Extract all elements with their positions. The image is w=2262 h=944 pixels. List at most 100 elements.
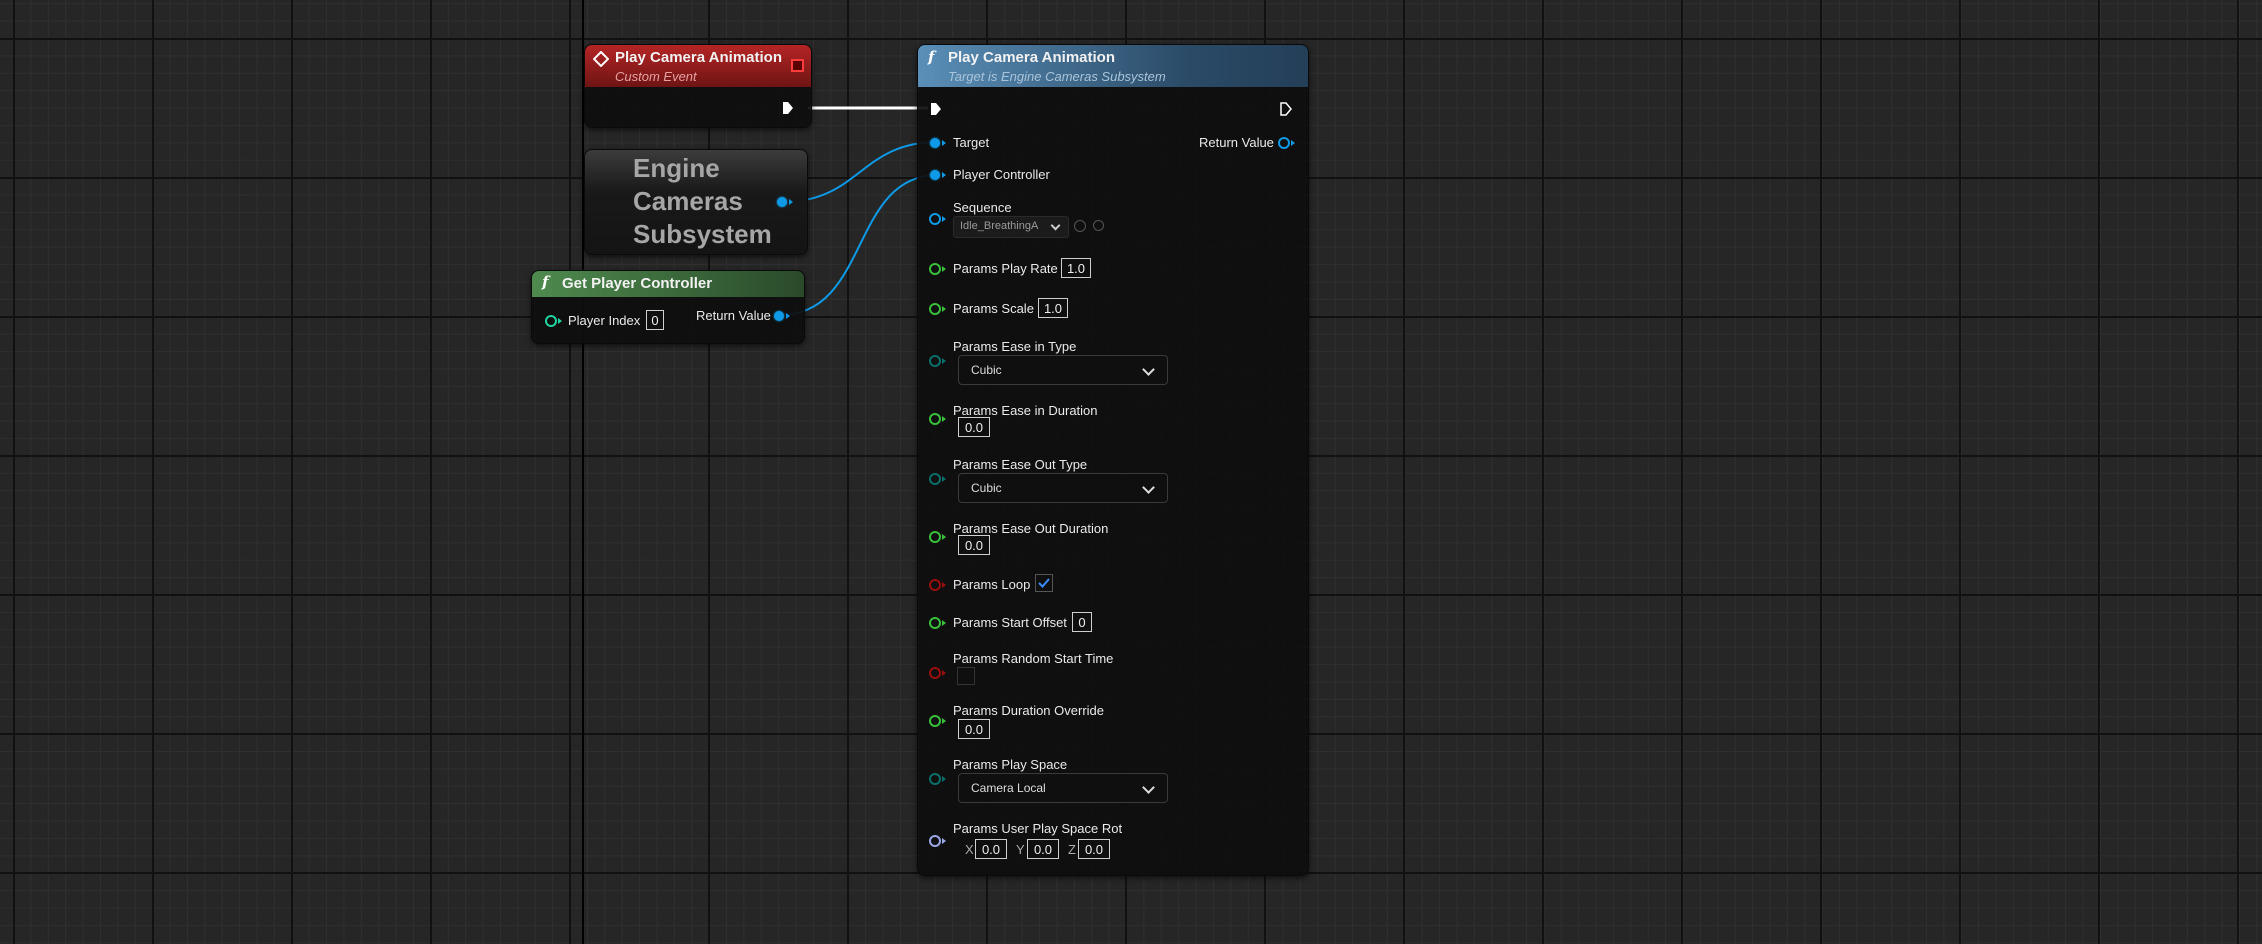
duration-override-label: Params Duration Override xyxy=(953,703,1104,718)
duration-override-arrow-icon xyxy=(942,718,946,724)
play-camera-animation-title: Play Camera Animation xyxy=(948,49,1115,66)
user-play-space-rot-arrow-icon xyxy=(942,838,946,844)
browse-asset-search-icon[interactable] xyxy=(1093,220,1104,231)
random-start-pin[interactable] xyxy=(929,667,941,679)
random-start-arrow-icon xyxy=(942,670,946,676)
ease-out-type-label: Params Ease Out Type xyxy=(953,457,1087,472)
start-offset-pin[interactable] xyxy=(929,617,941,629)
rot-x-input[interactable]: 0.0 xyxy=(975,839,1007,859)
sequence-asset-picker[interactable]: Idle_BreathingA xyxy=(953,216,1069,238)
chevron-down-icon xyxy=(1142,781,1155,794)
loop-label: Params Loop xyxy=(953,577,1030,592)
start-offset-input[interactable]: 0 xyxy=(1072,612,1092,632)
loop-arrow-icon xyxy=(942,582,946,588)
duration-override-input[interactable]: 0.0 xyxy=(958,719,990,739)
rot-z-label: Z xyxy=(1068,842,1076,857)
target-label: Target xyxy=(953,135,989,150)
ease-in-type-pin[interactable] xyxy=(929,355,941,367)
get-pc-return-value-label: Return Value xyxy=(696,308,771,323)
ease-in-type-label: Params Ease in Type xyxy=(953,339,1076,354)
subsystem-line-3: Subsystem xyxy=(633,218,772,251)
sequence-pin[interactable] xyxy=(929,213,941,225)
ease-out-type-dropdown[interactable]: Cubic xyxy=(958,473,1168,503)
random-start-label: Params Random Start Time xyxy=(953,651,1113,666)
play-rate-arrow-icon xyxy=(942,266,946,272)
function-f-icon: f xyxy=(542,273,548,291)
subsystem-name: Engine Cameras Subsystem xyxy=(633,152,772,251)
subsystem-output-pin[interactable] xyxy=(777,197,787,207)
rot-y-input[interactable]: 0.0 xyxy=(1027,839,1059,859)
use-selected-asset-icon[interactable] xyxy=(1074,220,1086,232)
sequence-arrow-icon xyxy=(942,216,946,222)
player-index-label: Player Index xyxy=(568,313,640,328)
loop-pin[interactable] xyxy=(929,579,941,591)
ease-in-duration-pin[interactable] xyxy=(929,413,941,425)
ease-in-duration-arrow-icon xyxy=(942,416,946,422)
exec-in-pin-icon[interactable] xyxy=(930,102,942,116)
rot-x-label: X xyxy=(965,842,974,857)
play-rate-label: Params Play Rate xyxy=(953,261,1058,276)
subsystem-output-arrow-icon xyxy=(789,199,793,205)
sequence-label: Sequence xyxy=(953,200,1012,215)
start-offset-label: Params Start Offset xyxy=(953,615,1067,630)
start-offset-arrow-icon xyxy=(942,620,946,626)
player-controller-pin[interactable] xyxy=(930,170,940,180)
ease-out-type-value: Cubic xyxy=(971,481,1002,495)
exec-out-pin-icon[interactable] xyxy=(782,101,794,115)
function-f-icon: f xyxy=(928,48,934,66)
loop-checkbox[interactable] xyxy=(1035,574,1053,592)
scale-label: Params Scale xyxy=(953,301,1034,316)
checkmark-icon xyxy=(1036,575,1052,591)
ease-in-type-arrow-icon xyxy=(942,358,946,364)
player-index-pin[interactable] xyxy=(545,315,557,327)
return-value-label: Return Value xyxy=(1199,135,1274,150)
play-camera-animation-node[interactable]: f Play Camera Animation Target is Engine… xyxy=(917,44,1309,876)
ease-out-type-pin[interactable] xyxy=(929,473,941,485)
user-play-space-rot-label: Params User Play Space Rot xyxy=(953,821,1122,836)
get-pc-return-value-pin[interactable] xyxy=(774,311,784,321)
custom-event-subtitle: Custom Event xyxy=(615,69,697,84)
rot-z-input[interactable]: 0.0 xyxy=(1078,839,1110,859)
target-arrow-icon xyxy=(942,140,946,146)
play-space-arrow-icon xyxy=(942,776,946,782)
ease-out-duration-label: Params Ease Out Duration xyxy=(953,521,1108,536)
get-player-controller-node[interactable]: f Get Player Controller Player Index 0 R… xyxy=(531,270,805,344)
player-index-arrow-icon xyxy=(558,318,562,324)
ease-out-duration-input[interactable]: 0.0 xyxy=(958,535,990,555)
user-play-space-rot-pin[interactable] xyxy=(929,835,941,847)
exec-out-pin-icon[interactable] xyxy=(1280,102,1292,116)
random-start-checkbox[interactable] xyxy=(957,667,975,685)
ease-out-duration-pin[interactable] xyxy=(929,531,941,543)
player-controller-arrow-icon xyxy=(942,172,946,178)
ease-in-duration-input[interactable]: 0.0 xyxy=(958,417,990,437)
scale-pin[interactable] xyxy=(929,303,941,315)
play-space-dropdown[interactable]: Camera Local xyxy=(958,773,1168,803)
ease-out-duration-arrow-icon xyxy=(942,534,946,540)
event-diamond-icon xyxy=(593,51,609,67)
ease-in-duration-label: Params Ease in Duration xyxy=(953,403,1098,418)
delegate-pin-icon[interactable] xyxy=(791,59,804,72)
play-space-pin[interactable] xyxy=(929,773,941,785)
subsystem-line-1: Engine xyxy=(633,152,772,185)
return-value-pin[interactable] xyxy=(1278,137,1290,149)
ease-out-type-arrow-icon xyxy=(942,476,946,482)
player-controller-label: Player Controller xyxy=(953,167,1050,182)
target-pin[interactable] xyxy=(930,138,940,148)
chevron-down-icon xyxy=(1142,481,1155,494)
engine-cameras-subsystem-node[interactable]: Engine Cameras Subsystem xyxy=(584,149,808,255)
play-rate-pin[interactable] xyxy=(929,263,941,275)
sequence-asset-value: Idle_BreathingA xyxy=(960,220,1046,232)
ease-in-type-dropdown[interactable]: Cubic xyxy=(958,355,1168,385)
get-pc-return-arrow-icon xyxy=(786,313,790,319)
subsystem-line-2: Cameras xyxy=(633,185,772,218)
play-rate-input[interactable]: 1.0 xyxy=(1061,258,1091,278)
scale-arrow-icon xyxy=(942,306,946,312)
chevron-down-icon xyxy=(1142,363,1155,376)
custom-event-node[interactable]: Play Camera Animation Custom Event xyxy=(584,44,812,128)
get-player-controller-title: Get Player Controller xyxy=(562,275,712,292)
chevron-down-icon xyxy=(1051,221,1061,231)
custom-event-title: Play Camera Animation xyxy=(615,49,782,66)
player-index-input[interactable]: 0 xyxy=(646,310,664,330)
duration-override-pin[interactable] xyxy=(929,715,941,727)
scale-input[interactable]: 1.0 xyxy=(1038,298,1068,318)
